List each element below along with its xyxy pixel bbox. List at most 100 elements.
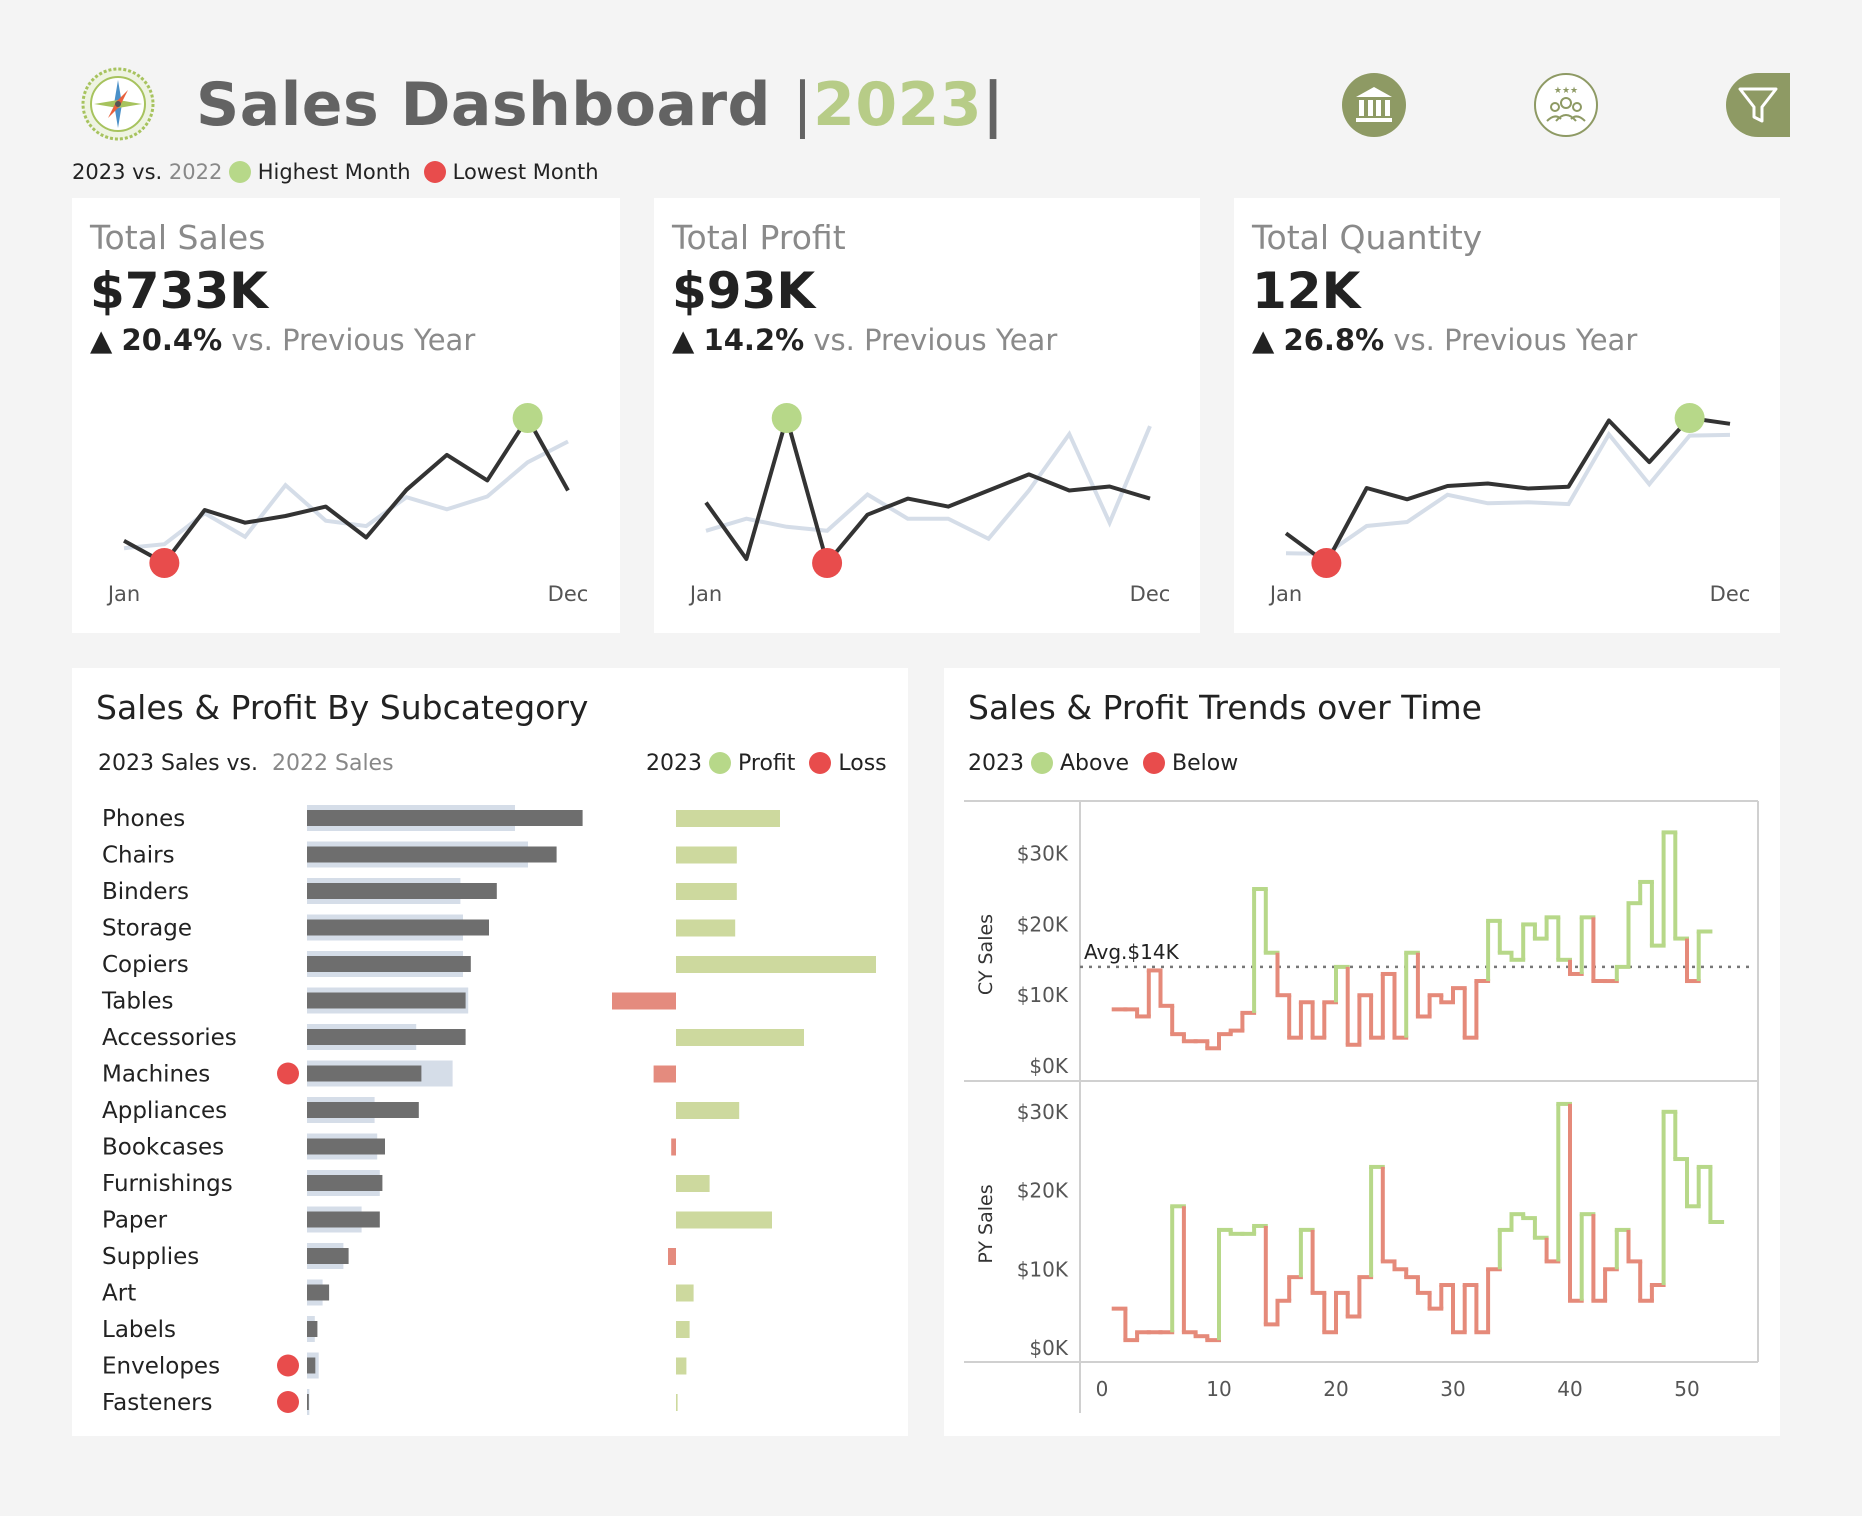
kpi-label: Total Sales — [90, 218, 266, 257]
cy-line — [1284, 416, 1731, 565]
cy-sales-bar — [307, 846, 557, 863]
cy-sales-bar — [307, 1394, 309, 1410]
average-label: Avg.$14K — [1084, 940, 1180, 964]
legend-highest: Highest Month — [257, 160, 411, 184]
kpi-label: Total Quantity — [1252, 218, 1483, 257]
axis-start-label: Jan — [106, 582, 140, 606]
bank-icon — [1356, 87, 1392, 122]
subcategory-label: Copiers — [102, 952, 189, 978]
kpi-change: ▲ 20.4% vs. Previous Year — [90, 323, 475, 357]
subcategory-panel: Sales & Profit By Subcategory 2023 Sales… — [72, 668, 908, 1436]
kpi-value: 12K — [1252, 262, 1361, 320]
kpi-change-pct: 26.8% — [1283, 323, 1385, 357]
bank-button[interactable] — [1342, 73, 1406, 137]
title-year: 2023 — [813, 70, 983, 140]
customers-button[interactable]: ★★★ — [1534, 73, 1598, 137]
subcategory-label: Chairs — [102, 843, 175, 869]
subcategory-label: Storage — [102, 916, 192, 942]
lowest-month-marker — [1311, 548, 1342, 578]
subcategory-label: Phones — [102, 806, 185, 832]
profit-bar — [676, 846, 737, 864]
kpi-card-profit[interactable]: Total Profit $93K ▲ 14.2% vs. Previous Y… — [654, 198, 1200, 633]
subcategory-label: Art — [102, 1281, 136, 1307]
x-tick-label: 30 — [1440, 1377, 1465, 1401]
axis-start-label: Jan — [1268, 582, 1302, 606]
x-tick-label: 40 — [1557, 1377, 1582, 1401]
profit-bar — [676, 883, 737, 900]
cy-sales-bar — [307, 1357, 316, 1374]
py-line — [705, 425, 1152, 542]
highest-month-marker — [771, 403, 802, 433]
loss-bar — [612, 992, 676, 1010]
subcategory-label: Machines — [102, 1062, 210, 1088]
y-tick-label: $10K — [1017, 983, 1069, 1007]
svg-text:★★★: ★★★ — [1554, 86, 1578, 96]
kpi-card-sales[interactable]: Total Sales $733K ▲ 20.4% vs. Previous Y… — [72, 198, 620, 633]
subcategory-label: Bookcases — [102, 1135, 224, 1161]
top-legend: 2023 vs. 2022 Highest Month Lowest Month — [72, 160, 599, 184]
kpi-vs-text: vs. Previous Year — [231, 323, 476, 357]
lowest-month-marker — [812, 548, 843, 578]
subcategory-label: Labels — [102, 1317, 176, 1343]
kpi-change: ▲ 26.8% vs. Previous Year — [1252, 323, 1637, 357]
profit-bar — [676, 1321, 690, 1338]
highest-month-dot — [229, 161, 252, 183]
cy-sales-bar — [307, 1248, 349, 1264]
up-arrow-icon: ▲ — [90, 323, 113, 357]
cy-sales-bar — [307, 919, 489, 936]
trends-panel: Sales & Profit Trends over Time 2023 Abo… — [944, 668, 1780, 1436]
loss-bar — [671, 1138, 676, 1156]
cy-sales-bar — [307, 1321, 318, 1337]
profit-bar — [676, 1284, 694, 1302]
legend-lowest: Lowest Month — [452, 160, 599, 184]
kpi-label: Total Profit — [672, 218, 846, 257]
y-axis-title: CY Sales — [975, 914, 997, 995]
kpi-sparkline: Jan Dec — [688, 403, 1171, 606]
axis-start-label: Jan — [688, 582, 722, 606]
filter-icon — [1738, 87, 1778, 123]
cy-sales-bar — [307, 956, 471, 972]
up-arrow-icon: ▲ — [672, 323, 695, 357]
subcategory-label: Tables — [101, 989, 173, 1015]
filter-button[interactable] — [1726, 73, 1790, 137]
profit-bar — [676, 1102, 740, 1119]
kpi-sparkline: Jan Dec — [106, 403, 588, 606]
subcategory-label: Binders — [102, 879, 189, 905]
compass-icon — [81, 67, 155, 141]
cy-line — [704, 416, 1151, 565]
kpi-change: ▲ 14.2% vs. Previous Year — [672, 323, 1057, 357]
profit-bar — [676, 919, 736, 937]
kpi-value: $93K — [672, 262, 816, 320]
customers-icon: ★★★ — [1546, 86, 1586, 122]
profit-bar — [676, 1357, 687, 1375]
legend-previous-year: 2022 — [168, 160, 223, 184]
cy-sales-bar — [307, 1102, 419, 1118]
cy-sales-bar — [307, 1065, 422, 1082]
y-tick-label: $30K — [1017, 1100, 1069, 1124]
title-text: Sales Dashboard — [196, 70, 771, 140]
axis-end-label: Dec — [1130, 582, 1171, 606]
cy-sales-bar — [307, 992, 466, 1009]
lowest-month-dot — [423, 161, 446, 183]
kpi-change-pct: 14.2% — [703, 323, 805, 357]
page-title: Sales Dashboard |2023| — [196, 70, 1005, 140]
subcategory-label: Accessories — [102, 1025, 237, 1051]
y-tick-label: $20K — [1017, 912, 1069, 936]
cy-sales-bar — [307, 1211, 380, 1228]
profit-bar — [676, 1394, 678, 1411]
kpi-card-quantity[interactable]: Total Quantity 12K ▲ 26.8% vs. Previous … — [1234, 198, 1780, 633]
axis-end-label: Dec — [1710, 582, 1751, 606]
cy-sales-bar — [307, 1175, 383, 1191]
loss-bar — [653, 1065, 676, 1083]
up-arrow-icon: ▲ — [1252, 323, 1275, 357]
y-tick-label: $30K — [1017, 842, 1069, 866]
x-tick-label: 50 — [1674, 1377, 1699, 1401]
highest-month-marker — [1674, 403, 1705, 433]
flag-dot — [277, 1391, 299, 1413]
cy-line — [123, 416, 570, 565]
loss-bar — [668, 1248, 676, 1265]
legend-vs: vs. — [132, 160, 163, 184]
legend-current-year: 2023 — [72, 160, 126, 184]
subcategory-label: Furnishings — [102, 1171, 233, 1197]
y-tick-label: $0K — [1029, 1336, 1068, 1360]
